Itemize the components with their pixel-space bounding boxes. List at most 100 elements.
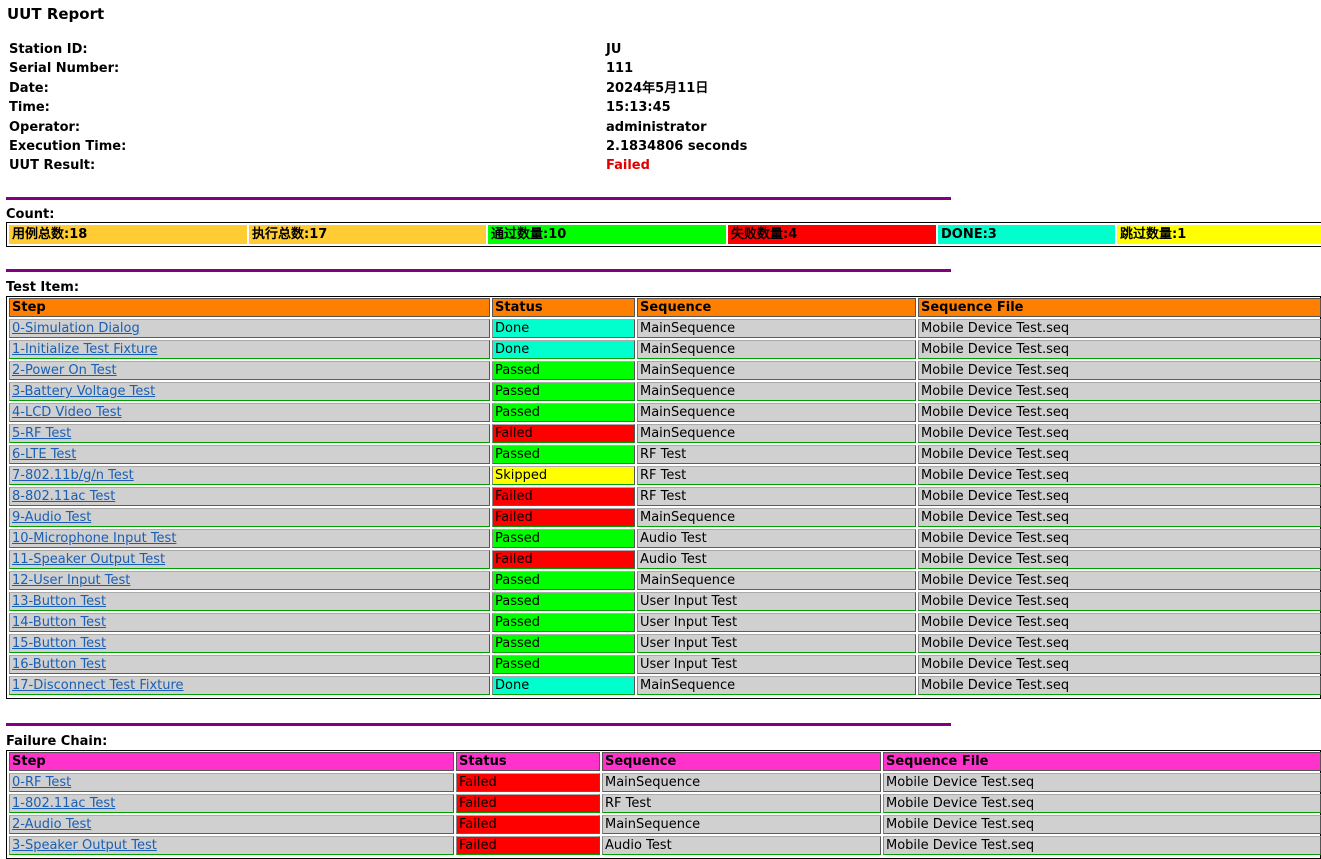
step-cell: 4-LCD Video Test <box>9 403 490 422</box>
step-link[interactable]: 0-Simulation Dialog <box>12 321 140 336</box>
step-link[interactable]: 9-Audio Test <box>12 510 91 525</box>
sequence-file-cell: Mobile Device Test.seq <box>918 550 1321 569</box>
step-link[interactable]: 6-LTE Test <box>12 447 76 462</box>
step-link[interactable]: 3-Speaker Output Test <box>12 838 157 853</box>
info-value: Failed <box>606 158 650 174</box>
sequence-cell: RF Test <box>637 487 916 506</box>
count-cell: 用例总数:18 <box>9 225 247 244</box>
sequence-cell: MainSequence <box>637 403 916 422</box>
sequence-file-cell: Mobile Device Test.seq <box>918 676 1321 695</box>
step-cell: 16-Button Test <box>9 655 490 674</box>
count-cell: 执行总数:17 <box>249 225 486 244</box>
step-cell: 9-Audio Test <box>9 508 490 527</box>
sequence-cell: MainSequence <box>637 340 916 359</box>
step-link[interactable]: 17-Disconnect Test Fixture <box>12 678 184 693</box>
sequence-cell: Audio Test <box>637 529 916 548</box>
step-cell: 12-User Input Test <box>9 571 490 590</box>
sequence-cell: RF Test <box>637 466 916 485</box>
step-cell: 15-Button Test <box>9 634 490 653</box>
step-cell: 2-Audio Test <box>9 815 454 834</box>
report-title: UUT Report <box>7 5 105 23</box>
step-cell: 0-RF Test <box>9 773 454 792</box>
status-cell: Passed <box>492 613 635 632</box>
step-cell: 3-Speaker Output Test <box>9 836 454 855</box>
status-cell: Failed <box>456 794 600 813</box>
column-header-file: Sequence File <box>918 298 1321 317</box>
info-label: Serial Number: <box>9 61 120 77</box>
sequence-file-cell: Mobile Device Test.seq <box>918 424 1321 443</box>
info-value: JU <box>606 42 622 57</box>
info-label: Execution Time: <box>9 138 127 154</box>
sequence-file-cell: Mobile Device Test.seq <box>883 773 1321 792</box>
step-link[interactable]: 4-LCD Video Test <box>12 405 122 420</box>
sequence-file-cell: Mobile Device Test.seq <box>918 487 1321 506</box>
step-link[interactable]: 2-Audio Test <box>12 817 91 832</box>
info-row: Time: 15:13:45 <box>9 98 671 117</box>
status-cell: Skipped <box>492 466 635 485</box>
step-link[interactable]: 8-802.11ac Test <box>12 489 115 504</box>
info-value: 2.1834806 seconds <box>606 138 748 154</box>
sequence-file-cell: Mobile Device Test.seq <box>883 815 1321 834</box>
failure-chain-label: Failure Chain: <box>6 734 108 749</box>
info-row: UUT Result: Failed <box>9 156 650 175</box>
info-label: Operator: <box>9 119 81 135</box>
step-link[interactable]: 1-802.11ac Test <box>12 796 115 811</box>
sequence-cell: MainSequence <box>637 424 916 443</box>
sequence-cell: User Input Test <box>637 592 916 611</box>
sequence-cell: User Input Test <box>637 655 916 674</box>
step-link[interactable]: 0-RF Test <box>12 775 71 790</box>
section-divider <box>6 723 951 726</box>
step-cell: 1-802.11ac Test <box>9 794 454 813</box>
sequence-file-cell: Mobile Device Test.seq <box>918 529 1321 548</box>
status-cell: Passed <box>492 634 635 653</box>
section-divider <box>6 197 951 200</box>
status-cell: Passed <box>492 592 635 611</box>
status-cell: Passed <box>492 403 635 422</box>
step-link[interactable]: 1-Initialize Test Fixture <box>12 342 157 357</box>
sequence-file-cell: Mobile Device Test.seq <box>918 655 1321 674</box>
step-cell: 6-LTE Test <box>9 445 490 464</box>
info-row: Operator: administrator <box>9 118 706 137</box>
sequence-cell: MainSequence <box>637 571 916 590</box>
count-summary-table: 用例总数:18 执行总数:17 通过数量:10 失败数量:4 DONE:3 跳过数量:1 <box>6 222 1321 247</box>
status-cell: Failed <box>492 424 635 443</box>
count-cell: 失败数量:4 <box>728 225 936 244</box>
sequence-cell: MainSequence <box>637 382 916 401</box>
info-label: Time: <box>9 100 50 116</box>
status-cell: Failed <box>492 487 635 506</box>
step-link[interactable]: 7-802.11b/g/n Test <box>12 468 134 483</box>
status-cell: Failed <box>492 508 635 527</box>
sequence-file-cell: Mobile Device Test.seq <box>883 836 1321 855</box>
column-header-file: Sequence File <box>883 752 1321 771</box>
status-cell: Passed <box>492 361 635 380</box>
column-header-status: Status <box>456 752 600 771</box>
info-row: Execution Time: 2.1834806 seconds <box>9 137 747 156</box>
step-cell: 1-Initialize Test Fixture <box>9 340 490 359</box>
step-link[interactable]: 2-Power On Test <box>12 363 117 378</box>
step-link[interactable]: 3-Battery Voltage Test <box>12 384 155 399</box>
step-link[interactable]: 10-Microphone Input Test <box>12 531 176 546</box>
status-cell: Failed <box>456 815 600 834</box>
info-row: Date: 2024年5月11日 <box>9 79 708 98</box>
step-cell: 3-Battery Voltage Test <box>9 382 490 401</box>
sequence-cell: User Input Test <box>637 634 916 653</box>
column-header-step: Step <box>9 752 454 771</box>
status-cell: Passed <box>492 571 635 590</box>
step-cell: 5-RF Test <box>9 424 490 443</box>
status-cell: Failed <box>492 550 635 569</box>
column-header-step: Step <box>9 298 490 317</box>
step-link[interactable]: 12-User Input Test <box>12 573 130 588</box>
info-value: 2024年5月11日 <box>606 80 709 96</box>
info-label: Station ID: <box>9 42 88 57</box>
step-link[interactable]: 13-Button Test <box>12 594 106 609</box>
step-link[interactable]: 5-RF Test <box>12 426 71 441</box>
step-link[interactable]: 11-Speaker Output Test <box>12 552 165 567</box>
step-link[interactable]: 16-Button Test <box>12 657 106 672</box>
step-link[interactable]: 14-Button Test <box>12 615 106 630</box>
step-cell: 14-Button Test <box>9 613 490 632</box>
step-link[interactable]: 15-Button Test <box>12 636 106 651</box>
sequence-file-cell: Mobile Device Test.seq <box>918 613 1321 632</box>
sequence-file-cell: Mobile Device Test.seq <box>918 340 1321 359</box>
step-cell: 0-Simulation Dialog <box>9 319 490 338</box>
status-cell: Done <box>492 676 635 695</box>
